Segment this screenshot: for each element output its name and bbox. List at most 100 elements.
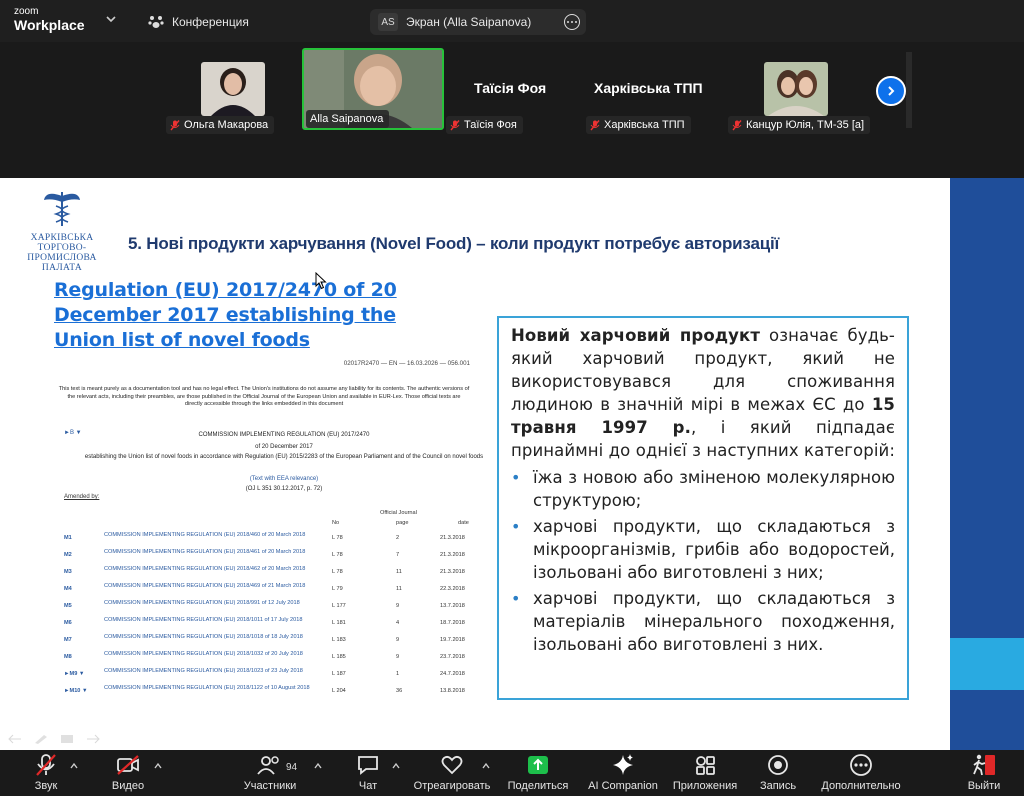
meeting-toolbar: Звук Видео Участники 94 Чат Отреагироват… (0, 750, 1024, 796)
audio-button[interactable]: Звук (26, 750, 66, 796)
table-row[interactable]: M6 COMMISSION IMPLEMENTING REGULATION (EU… (44, 617, 478, 634)
audio-label: Звук (34, 780, 58, 792)
oj-number: L 78 (332, 535, 343, 541)
amendment-title[interactable]: COMMISSION IMPLEMENTING REGULATION (EU) … (104, 532, 330, 539)
participant-tile[interactable]: Таїсія Фоя Таїсія Фоя (444, 50, 564, 134)
chat-label: Чат (358, 780, 378, 792)
slide-decor-band (950, 690, 1024, 750)
oj-date: 13.7.2018 (440, 603, 465, 609)
mic-muted-icon (170, 119, 180, 130)
chevron-up-icon[interactable] (314, 762, 322, 770)
oj-date: 19.7.2018 (440, 637, 465, 643)
chamber-logo: ХАРКІВСЬКА ТОРГОВО-ПРОМИСЛОВА ПАЛАТА (6, 190, 118, 273)
participant-tile[interactable]: Канцур Юлія, ТМ-35 [а] (728, 50, 871, 134)
tab-shared-screen[interactable]: AS Экран (Alla Saipanova) (370, 9, 586, 35)
table-row[interactable]: ►M9 ▼ COMMISSION IMPLEMENTING REGULATION … (44, 668, 478, 685)
amendment-title[interactable]: COMMISSION IMPLEMENTING REGULATION (EU) … (104, 668, 330, 675)
table-row[interactable]: ►M10 ▼ COMMISSION IMPLEMENTING REGULATION… (44, 685, 478, 702)
amendment-marker[interactable]: M5 (64, 603, 72, 609)
table-row[interactable]: M8 COMMISSION IMPLEMENTING REGULATION (EU… (44, 651, 478, 668)
record-button[interactable]: Запись (758, 750, 798, 796)
react-button[interactable]: Отреагировать (414, 750, 490, 796)
participant-tile[interactable]: Харківська ТПП Харківська ТПП (586, 50, 720, 134)
amendment-marker[interactable]: M3 (64, 569, 72, 575)
chat-button[interactable]: Чат (350, 750, 386, 796)
arrow-left-icon[interactable] (8, 734, 22, 744)
participant-name-tag: Харківська ТПП (586, 116, 691, 134)
amendment-title[interactable]: COMMISSION IMPLEMENTING REGULATION (EU) … (104, 583, 330, 590)
video-button[interactable]: Видео (108, 750, 148, 796)
record-label: Запись (759, 780, 797, 792)
regulation-link[interactable]: Regulation (EU) 2017/2470 of 20 December… (54, 278, 454, 353)
chevron-up-icon[interactable] (70, 762, 78, 770)
zoom-workplace-logo[interactable]: zoom Workplace (14, 6, 85, 33)
oj-date: 21.3.2018 (440, 535, 465, 541)
participants-button[interactable]: Участники (240, 750, 300, 796)
amendment-marker[interactable]: M8 (64, 654, 72, 660)
participants-label: Участники (243, 780, 297, 792)
pen-icon[interactable] (34, 734, 48, 744)
definition-box: Новий харчовий продукт означає будь-який… (497, 316, 909, 700)
amendment-marker[interactable]: ►M9 ▼ (64, 671, 84, 677)
participant-tile-active-speaker[interactable]: Alla Saipanova (302, 48, 444, 130)
oj-page: 1 (396, 671, 400, 677)
amendment-title[interactable]: COMMISSION IMPLEMENTING REGULATION (EU) … (104, 634, 330, 641)
table-row[interactable]: M4 COMMISSION IMPLEMENTING REGULATION (EU… (44, 583, 478, 600)
chevron-up-icon[interactable] (482, 762, 490, 770)
amendment-marker[interactable]: M7 (64, 637, 72, 643)
amendment-marker[interactable]: M6 (64, 620, 72, 626)
tab-conference[interactable]: Конференция (148, 9, 249, 35)
participant-name-tag: Канцур Юлія, ТМ-35 [а] (728, 116, 871, 134)
ai-companion-button[interactable]: AI Companion (586, 750, 660, 796)
amendment-title[interactable]: COMMISSION IMPLEMENTING REGULATION (EU) … (104, 566, 330, 573)
participants-icon (257, 756, 279, 775)
chevron-down-icon[interactable] (106, 14, 116, 24)
amendment-marker[interactable]: M4 (64, 586, 72, 592)
apps-button[interactable]: Приложения (670, 750, 740, 796)
oj-date: 21.3.2018 (440, 569, 465, 575)
chevron-right-icon (888, 86, 895, 96)
oj-page: 9 (396, 654, 400, 660)
share-label: Поделиться (507, 780, 569, 792)
chevron-up-icon[interactable] (154, 762, 162, 770)
share-screen-button[interactable]: Поделиться (508, 750, 568, 796)
slide-title: 5. Нові продукти харчування (Novel Food)… (128, 234, 780, 253)
amendment-marker[interactable]: M2 (64, 552, 72, 558)
document-marker[interactable]: ►B ▼ (64, 430, 82, 436)
participant-name: Alla Saipanova (310, 113, 384, 125)
next-participants-button[interactable] (876, 76, 906, 106)
participant-name: Харківська ТПП (604, 119, 685, 131)
chevron-up-icon[interactable] (392, 762, 400, 770)
table-row[interactable]: M3 COMMISSION IMPLEMENTING REGULATION (EU… (44, 566, 478, 583)
oj-number: L 78 (332, 552, 343, 558)
amendment-marker[interactable]: ►M10 ▼ (64, 688, 88, 694)
table-row[interactable]: M5 COMMISSION IMPLEMENTING REGULATION (EU… (44, 600, 478, 617)
tab-conference-label: Конференция (172, 15, 249, 29)
arrow-right-icon[interactable] (86, 734, 100, 744)
table-row[interactable]: M7 COMMISSION IMPLEMENTING REGULATION (EU… (44, 634, 478, 651)
heart-icon (441, 755, 463, 775)
mic-muted-icon (732, 119, 742, 130)
table-row[interactable]: M1 COMMISSION IMPLEMENTING REGULATION (EU… (44, 532, 478, 549)
amendment-title[interactable]: COMMISSION IMPLEMENTING REGULATION (EU) … (104, 600, 330, 607)
slides-icon[interactable] (60, 734, 74, 744)
eea-relevance-link[interactable]: (Text with EEA relevance) (84, 476, 484, 482)
video-label: Видео (111, 780, 145, 792)
slide-decor-band (950, 638, 1024, 690)
more-options-icon[interactable] (564, 14, 580, 30)
category-list: їжа з новою або зміненою молекулярною ст… (511, 466, 895, 656)
oj-page: 4 (396, 620, 400, 626)
participant-name: Ольга Макарова (184, 119, 269, 131)
leave-button[interactable]: Выйти (966, 750, 1002, 796)
amendment-title[interactable]: COMMISSION IMPLEMENTING REGULATION (EU) … (104, 617, 330, 624)
amendment-title[interactable]: COMMISSION IMPLEMENTING REGULATION (EU) … (104, 651, 330, 658)
apps-icon (696, 756, 715, 775)
more-button[interactable]: Дополнительно (818, 750, 904, 796)
logo-line: ХАРКІВСЬКА (30, 233, 94, 243)
amendment-title[interactable]: COMMISSION IMPLEMENTING REGULATION (EU) … (104, 685, 330, 692)
participant-tile[interactable]: Ольга Макарова (166, 50, 275, 134)
participant-name: Канцур Юлія, ТМ-35 [а] (746, 119, 865, 131)
amendment-title[interactable]: COMMISSION IMPLEMENTING REGULATION (EU) … (104, 549, 330, 556)
amendment-marker[interactable]: M1 (64, 535, 72, 541)
table-row[interactable]: M2 COMMISSION IMPLEMENTING REGULATION (EU… (44, 549, 478, 566)
